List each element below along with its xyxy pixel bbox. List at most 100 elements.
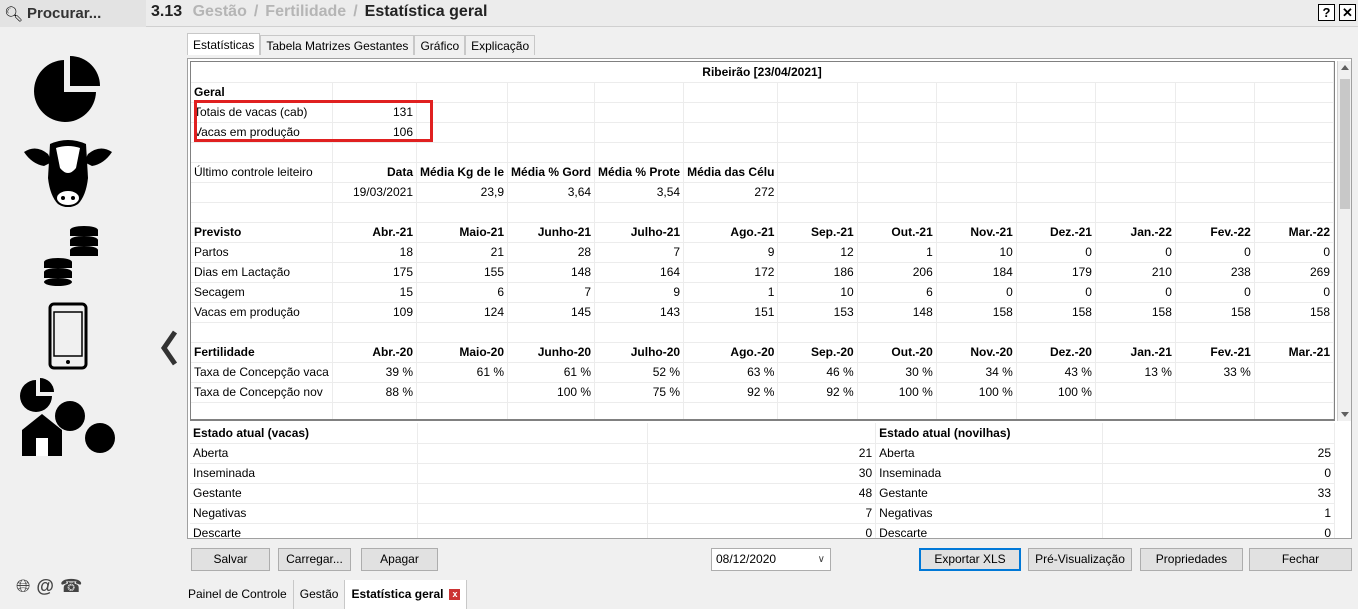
table-row [191, 202, 1334, 223]
scrollbar-thumb[interactable] [1340, 79, 1350, 209]
table-row: Inseminada 30 Inseminada 0 [190, 463, 1335, 484]
table-cell: 6 [416, 282, 509, 303]
table-cell: 158 [1095, 302, 1176, 323]
apagar-button[interactable]: Apagar [361, 548, 438, 571]
table-cell: 7 [507, 282, 596, 303]
bottom-tab-gestao[interactable]: Gestão [293, 580, 346, 609]
fechar-button[interactable]: Fechar [1249, 548, 1352, 571]
email-icon[interactable]: @ [36, 576, 54, 597]
estado-atual-panel: Estado atual (vacas) Estado atual (novilh… [190, 423, 1335, 538]
table-cell [332, 322, 418, 343]
tab-tabela-matrizes-gestantes[interactable]: Tabela Matrizes Gestantes [260, 35, 415, 55]
controle-value: 272 [683, 182, 779, 203]
table-cell [1254, 322, 1334, 343]
table-row: Dias em Lactação 175 155 148 164 172 186 206 184… [191, 262, 1334, 283]
table-cell: 9 [683, 242, 779, 263]
table-cell [191, 202, 333, 223]
date-select[interactable]: 08/12/2020 ∨ [711, 548, 831, 571]
salvar-button[interactable]: Salvar [191, 548, 270, 571]
close-window-button[interactable]: ✕ [1339, 4, 1356, 21]
table-cell [1254, 122, 1334, 143]
cow-icon[interactable] [22, 138, 114, 210]
table-cell [191, 142, 333, 163]
table-cell [416, 122, 509, 143]
table-cell [594, 142, 685, 163]
scroll-up-icon[interactable] [1341, 65, 1349, 70]
statistics-sheet[interactable]: Ribeirão [23/04/2021] Geral Totais de va… [190, 61, 1335, 421]
table-cell: 13 % [1095, 362, 1176, 383]
table-cell [1254, 362, 1334, 383]
pie-chart-icon[interactable] [34, 54, 102, 124]
collapse-sidebar-icon[interactable] [160, 328, 180, 368]
geral-label: Totais de vacas (cab) [191, 102, 333, 123]
breadcrumb-fertilidade[interactable]: Fertilidade [265, 3, 346, 20]
propriedades-button[interactable]: Propriedades [1140, 548, 1243, 571]
top-bar: 🔍︎ Procurar... 3.13 Gestão / Fertilidade / E… [0, 0, 1358, 27]
estado-novilhas-heading: Estado atual (novilhas) [875, 423, 1104, 444]
phone-icon[interactable]: ☎︎ [60, 576, 82, 597]
bottom-tab-painel-de-controle[interactable]: Painel de Controle [182, 580, 294, 609]
help-button[interactable]: ? [1318, 4, 1335, 21]
table-cell [416, 322, 509, 343]
main-panel: Estatísticas Tabela Matrizes Gestantes G… [182, 28, 1358, 578]
table-cell: 124 [416, 302, 509, 323]
month-header: Abr.-21 [332, 222, 418, 243]
breadcrumb-gestao[interactable]: Gestão [193, 3, 247, 20]
month-header: Maio-21 [416, 222, 509, 243]
table-cell: 92 % [777, 382, 858, 403]
section-geral: Geral [191, 82, 333, 103]
table-cell: 39 % [332, 362, 418, 383]
fertilidade-heading: Fertilidade [191, 342, 333, 363]
table-cell [594, 402, 685, 419]
table-row: Vacas em produção 106 [191, 122, 1334, 143]
table-cell: 1 [857, 242, 937, 263]
table-cell [1175, 382, 1255, 403]
estado-novilhas-label: Descarte [875, 523, 1104, 538]
estado-vacas-label: Gestante [190, 483, 419, 504]
farm-statistics-icon[interactable] [18, 378, 118, 458]
table-cell [857, 162, 937, 183]
mobile-phone-icon[interactable] [48, 302, 90, 372]
table-cell: 100 % [936, 382, 1017, 403]
estado-vacas-value: 7 [647, 503, 877, 524]
tab-estatisticas[interactable]: Estatísticas [187, 33, 261, 55]
row-label: Secagem [191, 282, 333, 303]
table-cell [332, 142, 418, 163]
module-number: 3.13 [151, 3, 183, 20]
table-row: Geral [191, 82, 1334, 103]
table-cell: 155 [416, 262, 509, 283]
globe-icon[interactable]: 🌐︎ [16, 576, 30, 597]
statistics-table: Ribeirão [23/04/2021] Geral Totais de va… [191, 62, 1334, 419]
table-row [191, 402, 1334, 419]
table-row: Taxa de Concepção vaca 39 % 61 % 61 % 52 % 63… [191, 362, 1334, 383]
tab-explicacao[interactable]: Explicação [465, 35, 536, 55]
table-cell [777, 162, 858, 183]
search-box[interactable]: 🔍︎ Procurar... [0, 0, 146, 27]
vertical-scrollbar[interactable] [1337, 61, 1351, 421]
table-cell [777, 102, 858, 123]
pre-visualizacao-button[interactable]: Pré-Visualização [1028, 548, 1132, 571]
table-cell: 153 [777, 302, 858, 323]
carregar-button[interactable]: Carregar... [278, 548, 351, 571]
table-row: Ribeirão [23/04/2021] [191, 62, 1334, 83]
estado-atual-table: Estado atual (vacas) Estado atual (novilh… [190, 423, 1335, 538]
table-cell [1095, 382, 1176, 403]
table-cell [1016, 402, 1096, 419]
bottom-tab-estatistica-geral[interactable]: Estatística geral x [345, 580, 468, 609]
exportar-xls-button[interactable]: Exportar XLS [919, 548, 1021, 571]
table-cell: 164 [594, 262, 685, 283]
geral-value: 106 [332, 122, 418, 143]
scroll-down-icon[interactable] [1341, 412, 1349, 417]
row-label: Vacas em produção [191, 302, 333, 323]
table-cell: 210 [1095, 262, 1176, 283]
controle-label: Último controle leiteiro [191, 162, 333, 183]
table-cell [1095, 182, 1176, 203]
month-header: Out.-20 [857, 342, 937, 363]
table-cell: 10 [777, 282, 858, 303]
tab-grafico[interactable]: Gráfico [414, 35, 466, 55]
table-cell [1175, 402, 1255, 419]
table-cell: 7 [594, 242, 685, 263]
previsto-heading: Previsto [191, 222, 333, 243]
coins-icon[interactable] [40, 224, 102, 290]
close-tab-icon[interactable]: x [449, 589, 461, 601]
